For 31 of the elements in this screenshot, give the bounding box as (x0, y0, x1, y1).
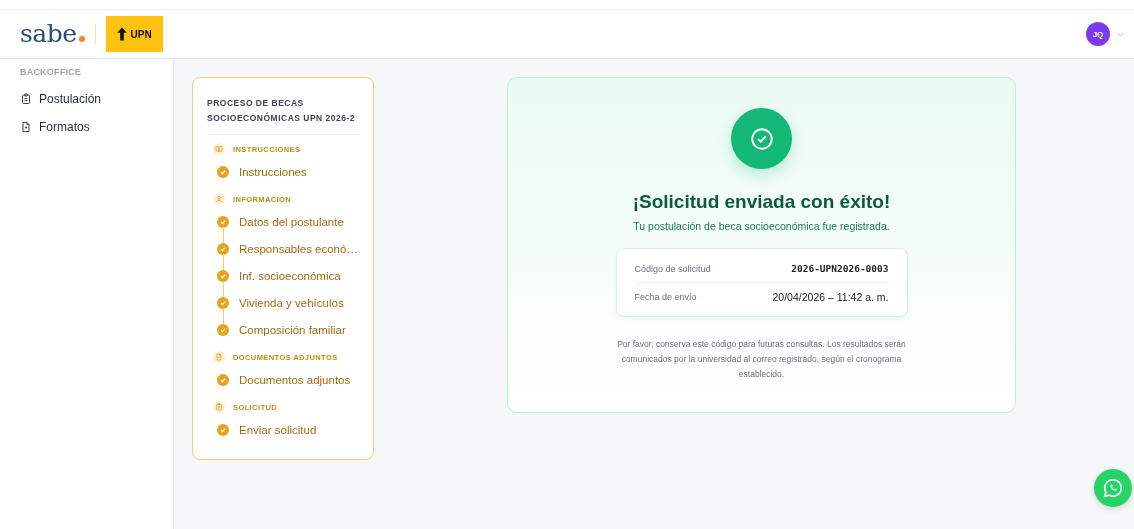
clipboard-icon (213, 401, 225, 413)
step-link[interactable]: Documentos adjuntos (239, 373, 351, 386)
chevron-down-icon[interactable] (1117, 31, 1124, 37)
document-icon (213, 351, 225, 363)
detail-label: Código de solicitud (634, 263, 711, 274)
partner-logo: UPN (105, 16, 163, 52)
section-label: BACKOFFICE (19, 67, 82, 79)
step-link[interactable]: Responsables econó… (239, 242, 358, 255)
step-link[interactable]: Datos del postulante (239, 215, 344, 228)
brand-logo: sabe (20, 20, 85, 48)
success-check-icon (731, 108, 792, 169)
user-icon (213, 193, 225, 205)
user-avatar[interactable]: JQ (1086, 22, 1110, 46)
step-link[interactable]: Composición familiar (239, 323, 346, 336)
sidebar-item[interactable]: Formatos (0, 113, 110, 141)
detail-value: 2026-UPN2026-0003 (791, 263, 889, 274)
step-link[interactable]: Enviar solicitud (239, 423, 317, 436)
sidebar-item[interactable]: Postulación (0, 85, 122, 113)
step-link[interactable]: Vivienda y vehículos (239, 296, 344, 309)
success-title: ¡Solicitud enviada con éxito! (632, 191, 891, 213)
info-note: Por favor, conserva este código para futuras consultas. Los resultados serán comunicados por la universidad al correo registrado, según el cronograma establecido. (616, 338, 907, 381)
whatsapp-icon (1102, 477, 1124, 499)
step-link[interactable]: Instrucciones (239, 165, 307, 178)
process-title: PROCESO DE BECAS SOCIOECONÓMICAS UPN 2026-2 (207, 96, 361, 135)
success-subtitle: Tu postulación de beca socioeconómica fue registrada. (633, 220, 890, 232)
detail-label: Fecha de envío (634, 291, 697, 302)
step-link[interactable]: Inf. socioeconómica (239, 269, 341, 282)
document-icon (20, 121, 32, 133)
book-icon (213, 143, 225, 155)
clipboard-icon (20, 93, 32, 105)
detail-value: 20/04/2026 – 11:42 a. m. (772, 290, 889, 303)
